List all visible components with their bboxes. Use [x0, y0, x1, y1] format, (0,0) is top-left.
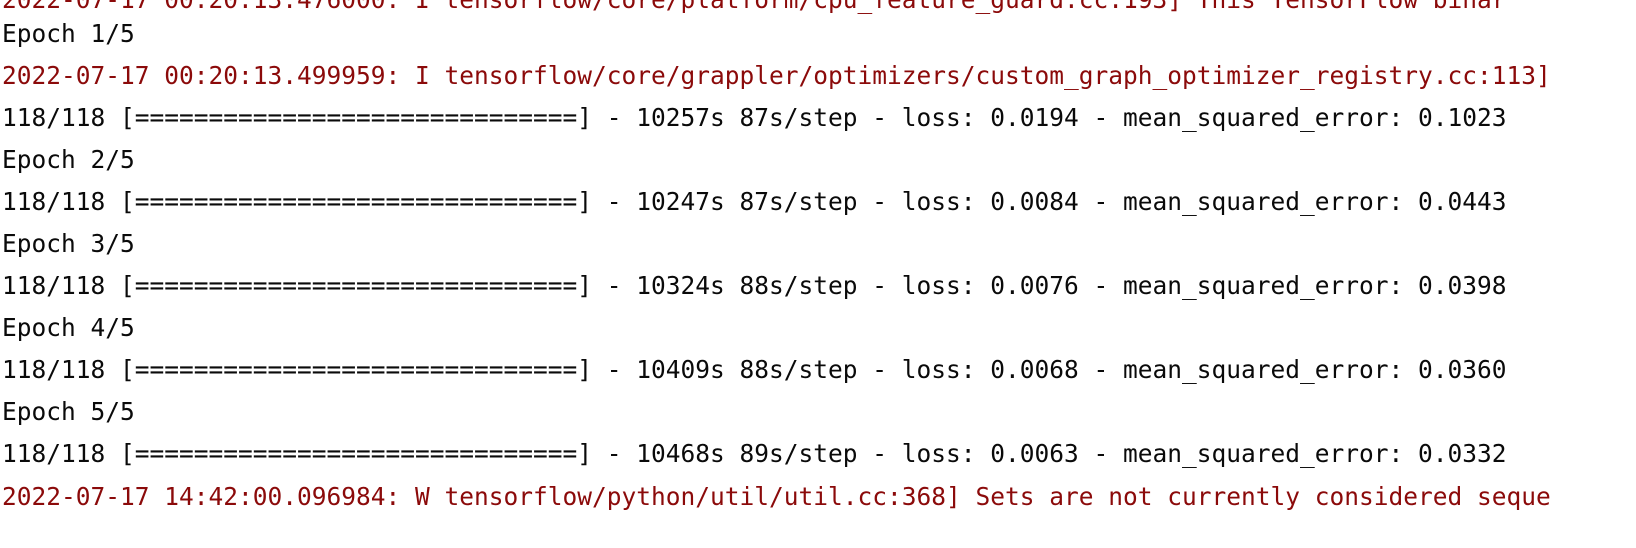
epoch-header: Epoch 4/5 [2, 313, 135, 342]
log-line-warning: 2022-07-17 00:20:13.476000: I tensorflow… [2, 0, 1507, 22]
epoch-header: Epoch 3/5 [2, 229, 135, 258]
epoch-header: Epoch 5/5 [2, 397, 135, 426]
training-progress-line: 118/118 [==============================]… [2, 271, 1507, 300]
console-output[interactable]: 2022-07-17 00:20:13.476000: I tensorflow… [0, 0, 1636, 548]
log-line-warning: 2022-07-17 14:42:00.096984: W tensorflow… [2, 482, 1551, 511]
training-progress-line: 118/118 [==============================]… [2, 355, 1507, 384]
training-progress-line: 118/118 [==============================]… [2, 187, 1507, 216]
training-progress-line: 118/118 [==============================]… [2, 103, 1507, 132]
epoch-header: Epoch 1/5 [2, 19, 135, 48]
log-line-info: 2022-07-17 00:20:13.499959: I tensorflow… [2, 61, 1551, 90]
epoch-header: Epoch 2/5 [2, 145, 135, 174]
training-progress-line: 118/118 [==============================]… [2, 439, 1507, 468]
